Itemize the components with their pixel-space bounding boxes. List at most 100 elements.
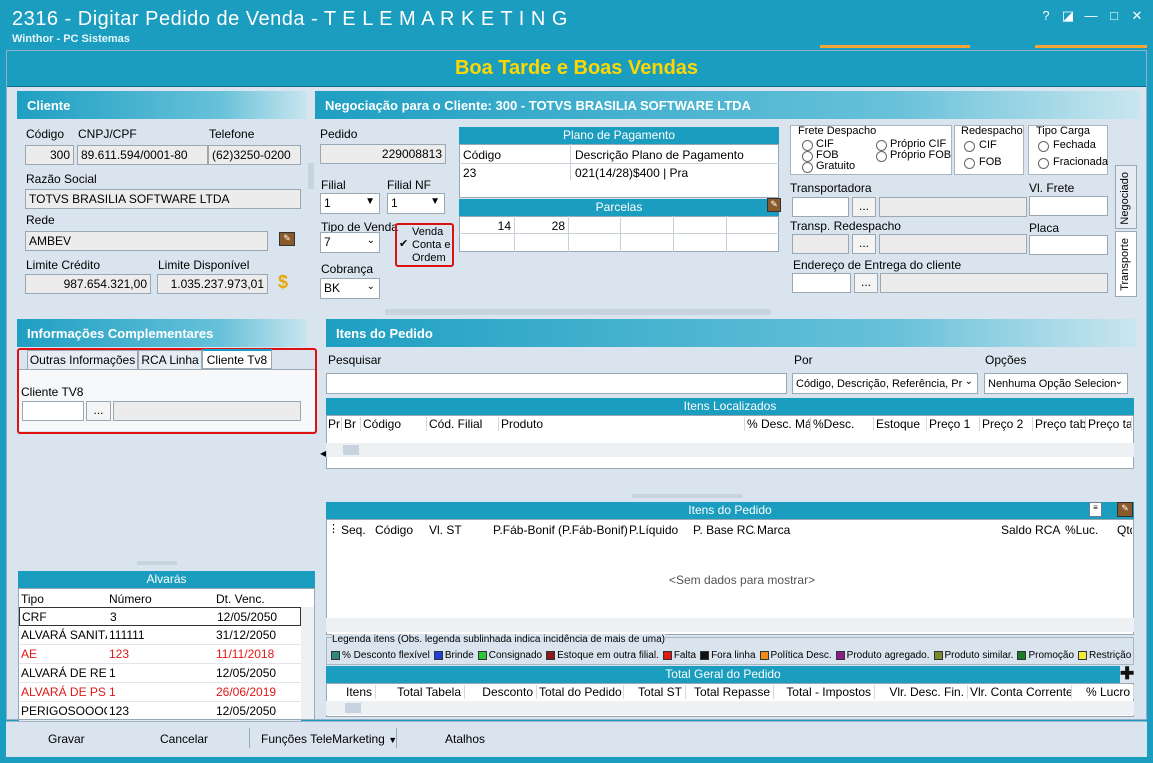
itens-pedido-col-header[interactable]: P. Base RCA bbox=[693, 523, 755, 537]
maximize-icon[interactable]: □ bbox=[1105, 8, 1123, 24]
collapse-left-icon[interactable]: ◀ bbox=[320, 449, 326, 463]
itens-localizados-col-header[interactable]: Preço 2 bbox=[982, 417, 1033, 431]
itens-localizados-col-header[interactable]: Cód. Filial bbox=[429, 417, 499, 431]
opcoes-select[interactable]: Nenhuma Opção Selecion ⌄ bbox=[984, 373, 1128, 394]
itens-pedido-col-header[interactable]: Qtd bbox=[1117, 523, 1132, 537]
endereco-code-input[interactable] bbox=[792, 273, 851, 293]
tipo-carga-fracionada-radio[interactable] bbox=[1038, 158, 1049, 169]
frete-proprio-cif-radio[interactable] bbox=[876, 140, 887, 151]
transportadora-code-input[interactable] bbox=[792, 197, 849, 217]
tab-transporte[interactable]: Transporte bbox=[1115, 231, 1137, 297]
total-col-header[interactable]: Total Repasse bbox=[688, 685, 774, 699]
itens-pedido-col-header[interactable]: %Luc. bbox=[1065, 523, 1115, 537]
atalhos-button[interactable]: Atalhos bbox=[445, 732, 485, 746]
transportadora-search-button[interactable]: ... bbox=[852, 197, 876, 217]
itens-localizados-col-header[interactable]: % Desc. Máx bbox=[747, 417, 811, 431]
itens-localizados-col-header[interactable]: Preço tabe bbox=[1035, 417, 1086, 431]
itens-pedido-col-header[interactable]: P.Líquido bbox=[629, 523, 691, 537]
itens-localizados-col-header[interactable]: Preço 1 bbox=[929, 417, 980, 431]
total-col-header[interactable]: Total do Pedido bbox=[539, 685, 624, 699]
frete-fob-radio[interactable] bbox=[802, 151, 813, 162]
scroll-thumb[interactable] bbox=[343, 445, 359, 455]
total-col-header[interactable]: % Lucro bbox=[1074, 685, 1134, 699]
alvara-row[interactable]: PERIGOSOOOOO123 12/05/2050 bbox=[19, 702, 301, 721]
limite-disp-field[interactable]: 1.035.237.973,01 bbox=[157, 274, 268, 294]
cliente-tv8-input[interactable] bbox=[22, 401, 84, 421]
itens-pedido-col-header[interactable]: Marca bbox=[757, 523, 999, 537]
alvara-row[interactable]: ALVARÁ DE PSICO1 26/06/2019 bbox=[19, 683, 301, 702]
tab-cliente-tv8[interactable]: Cliente Tv8 bbox=[202, 349, 272, 369]
tab-rca-linha[interactable]: RCA Linha bbox=[138, 350, 202, 370]
document-icon[interactable]: ≡ bbox=[1089, 502, 1102, 517]
collapse-handle[interactable] bbox=[308, 163, 314, 189]
transp-redespacho-code-input[interactable] bbox=[792, 234, 849, 254]
alvara-row[interactable]: CRF 3 12/05/2050 bbox=[19, 607, 301, 626]
total-col-header[interactable]: Total ST bbox=[626, 685, 686, 699]
itens-localizados-scrollbar[interactable] bbox=[326, 443, 1134, 457]
itens-localizados-col-header[interactable]: Produto bbox=[501, 417, 745, 431]
pedido-field[interactable]: 229008813 bbox=[320, 144, 446, 164]
cobranca-select[interactable]: BK ⌄ bbox=[320, 278, 380, 299]
plano-desc-cell[interactable]: 021(14/28)$400 | Pra bbox=[575, 166, 688, 180]
cnpj-field[interactable]: 89.611.594/0001-80 bbox=[77, 145, 208, 165]
total-col-header[interactable]: Total - Impostos bbox=[776, 685, 875, 699]
limite-credito-field[interactable]: 987.654.321,00 bbox=[25, 274, 151, 294]
funcoes-telemarketing-button[interactable]: Funções TeleMarketing ▼ bbox=[261, 732, 397, 746]
filial-nf-select[interactable]: 1 ▼ bbox=[387, 193, 445, 214]
alvara-row[interactable]: AE 123 11/11/2018 bbox=[19, 645, 301, 664]
total-scrollbar[interactable] bbox=[326, 701, 1134, 715]
itens-pedido-col-header[interactable]: Vl. ST bbox=[429, 523, 491, 537]
itens-pedido-col-header[interactable]: Saldo RCA bbox=[1001, 523, 1063, 537]
itens-pedido-col-header[interactable]: Seq. bbox=[341, 523, 373, 537]
edit-icon[interactable]: ✎ bbox=[1117, 502, 1133, 517]
alvara-row[interactable]: ALVARÁ SANITÁR111111 31/12/2050 bbox=[19, 626, 301, 645]
grid-menu-icon[interactable]: ⋮ bbox=[328, 522, 339, 535]
tab-negociado[interactable]: Negociado bbox=[1115, 165, 1137, 229]
itens-pedido-col-header[interactable]: Código bbox=[375, 523, 427, 537]
add-icon[interactable]: ✚ bbox=[1120, 664, 1134, 684]
tipo-carga-fechada-radio[interactable] bbox=[1038, 141, 1049, 152]
frete-gratuito-radio[interactable] bbox=[802, 162, 813, 173]
close-icon[interactable]: ✕ bbox=[1128, 8, 1146, 24]
tipo-venda-select[interactable]: 7 ⌄ bbox=[320, 232, 380, 253]
plano-codigo-cell[interactable]: 23 bbox=[463, 166, 476, 180]
total-col-header[interactable]: Vlr. Conta Corrente bbox=[970, 685, 1072, 699]
redespacho-fob-radio[interactable] bbox=[964, 158, 975, 169]
alvara-row[interactable]: ALVARÁ DE RETIF1 12/05/2050 bbox=[19, 664, 301, 683]
gravar-button[interactable]: Gravar bbox=[48, 732, 85, 746]
total-col-header[interactable]: Itens bbox=[326, 685, 376, 699]
tab-outras-informacoes[interactable]: Outras Informações bbox=[27, 350, 138, 370]
cancelar-button[interactable]: Cancelar bbox=[160, 732, 208, 746]
rede-edit-icon[interactable]: ✎ bbox=[279, 232, 295, 246]
itens-localizados-col-header[interactable]: Código bbox=[363, 417, 427, 431]
splitter-handle[interactable] bbox=[137, 561, 177, 565]
itens-localizados-col-header[interactable]: Pr bbox=[328, 417, 342, 431]
itens-pedido-scrollbar[interactable] bbox=[326, 618, 1134, 632]
endereco-search-button[interactable]: ... bbox=[854, 273, 878, 293]
help-icon[interactable]: ? bbox=[1037, 8, 1055, 24]
itens-localizados-col-header[interactable]: %Desc. bbox=[813, 417, 874, 431]
cliente-tv8-search-button[interactable]: ... bbox=[86, 401, 111, 421]
total-col-header[interactable]: Vlr. Desc. Fin. bbox=[877, 685, 968, 699]
itens-localizados-col-header[interactable]: Estoque bbox=[876, 417, 927, 431]
parcela-cell[interactable]: 14 bbox=[487, 219, 511, 233]
total-col-header[interactable]: Desconto bbox=[467, 685, 537, 699]
transp-redespacho-search-button[interactable]: ... bbox=[852, 234, 876, 254]
itens-pedido-col-header[interactable]: (P.Fáb-Bonif) bbox=[558, 523, 627, 537]
filial-select[interactable]: 1 ▼ bbox=[320, 193, 380, 214]
parcela-cell[interactable]: 28 bbox=[541, 219, 565, 233]
parcelas-edit-icon[interactable]: ✎ bbox=[767, 198, 781, 212]
dollar-icon[interactable]: $ bbox=[278, 272, 288, 293]
frete-cif-radio[interactable] bbox=[802, 140, 813, 151]
minimize-icon[interactable]: — bbox=[1082, 8, 1100, 24]
itens-localizados-col-header[interactable]: Br bbox=[344, 417, 361, 431]
scroll-thumb[interactable] bbox=[345, 703, 361, 713]
venda-conta-ordem-checkbox[interactable]: ✔ bbox=[399, 239, 409, 250]
rede-field[interactable]: AMBEV bbox=[25, 231, 268, 251]
vl-frete-input[interactable] bbox=[1029, 196, 1108, 216]
placa-input[interactable] bbox=[1029, 235, 1108, 255]
redespacho-cif-radio[interactable] bbox=[964, 141, 975, 152]
razao-field[interactable]: TOTVS BRASILIA SOFTWARE LTDA bbox=[25, 189, 301, 209]
itens-localizados-col-header[interactable]: Preço tab bbox=[1088, 417, 1132, 431]
frete-proprio-fob-radio[interactable] bbox=[876, 151, 887, 162]
